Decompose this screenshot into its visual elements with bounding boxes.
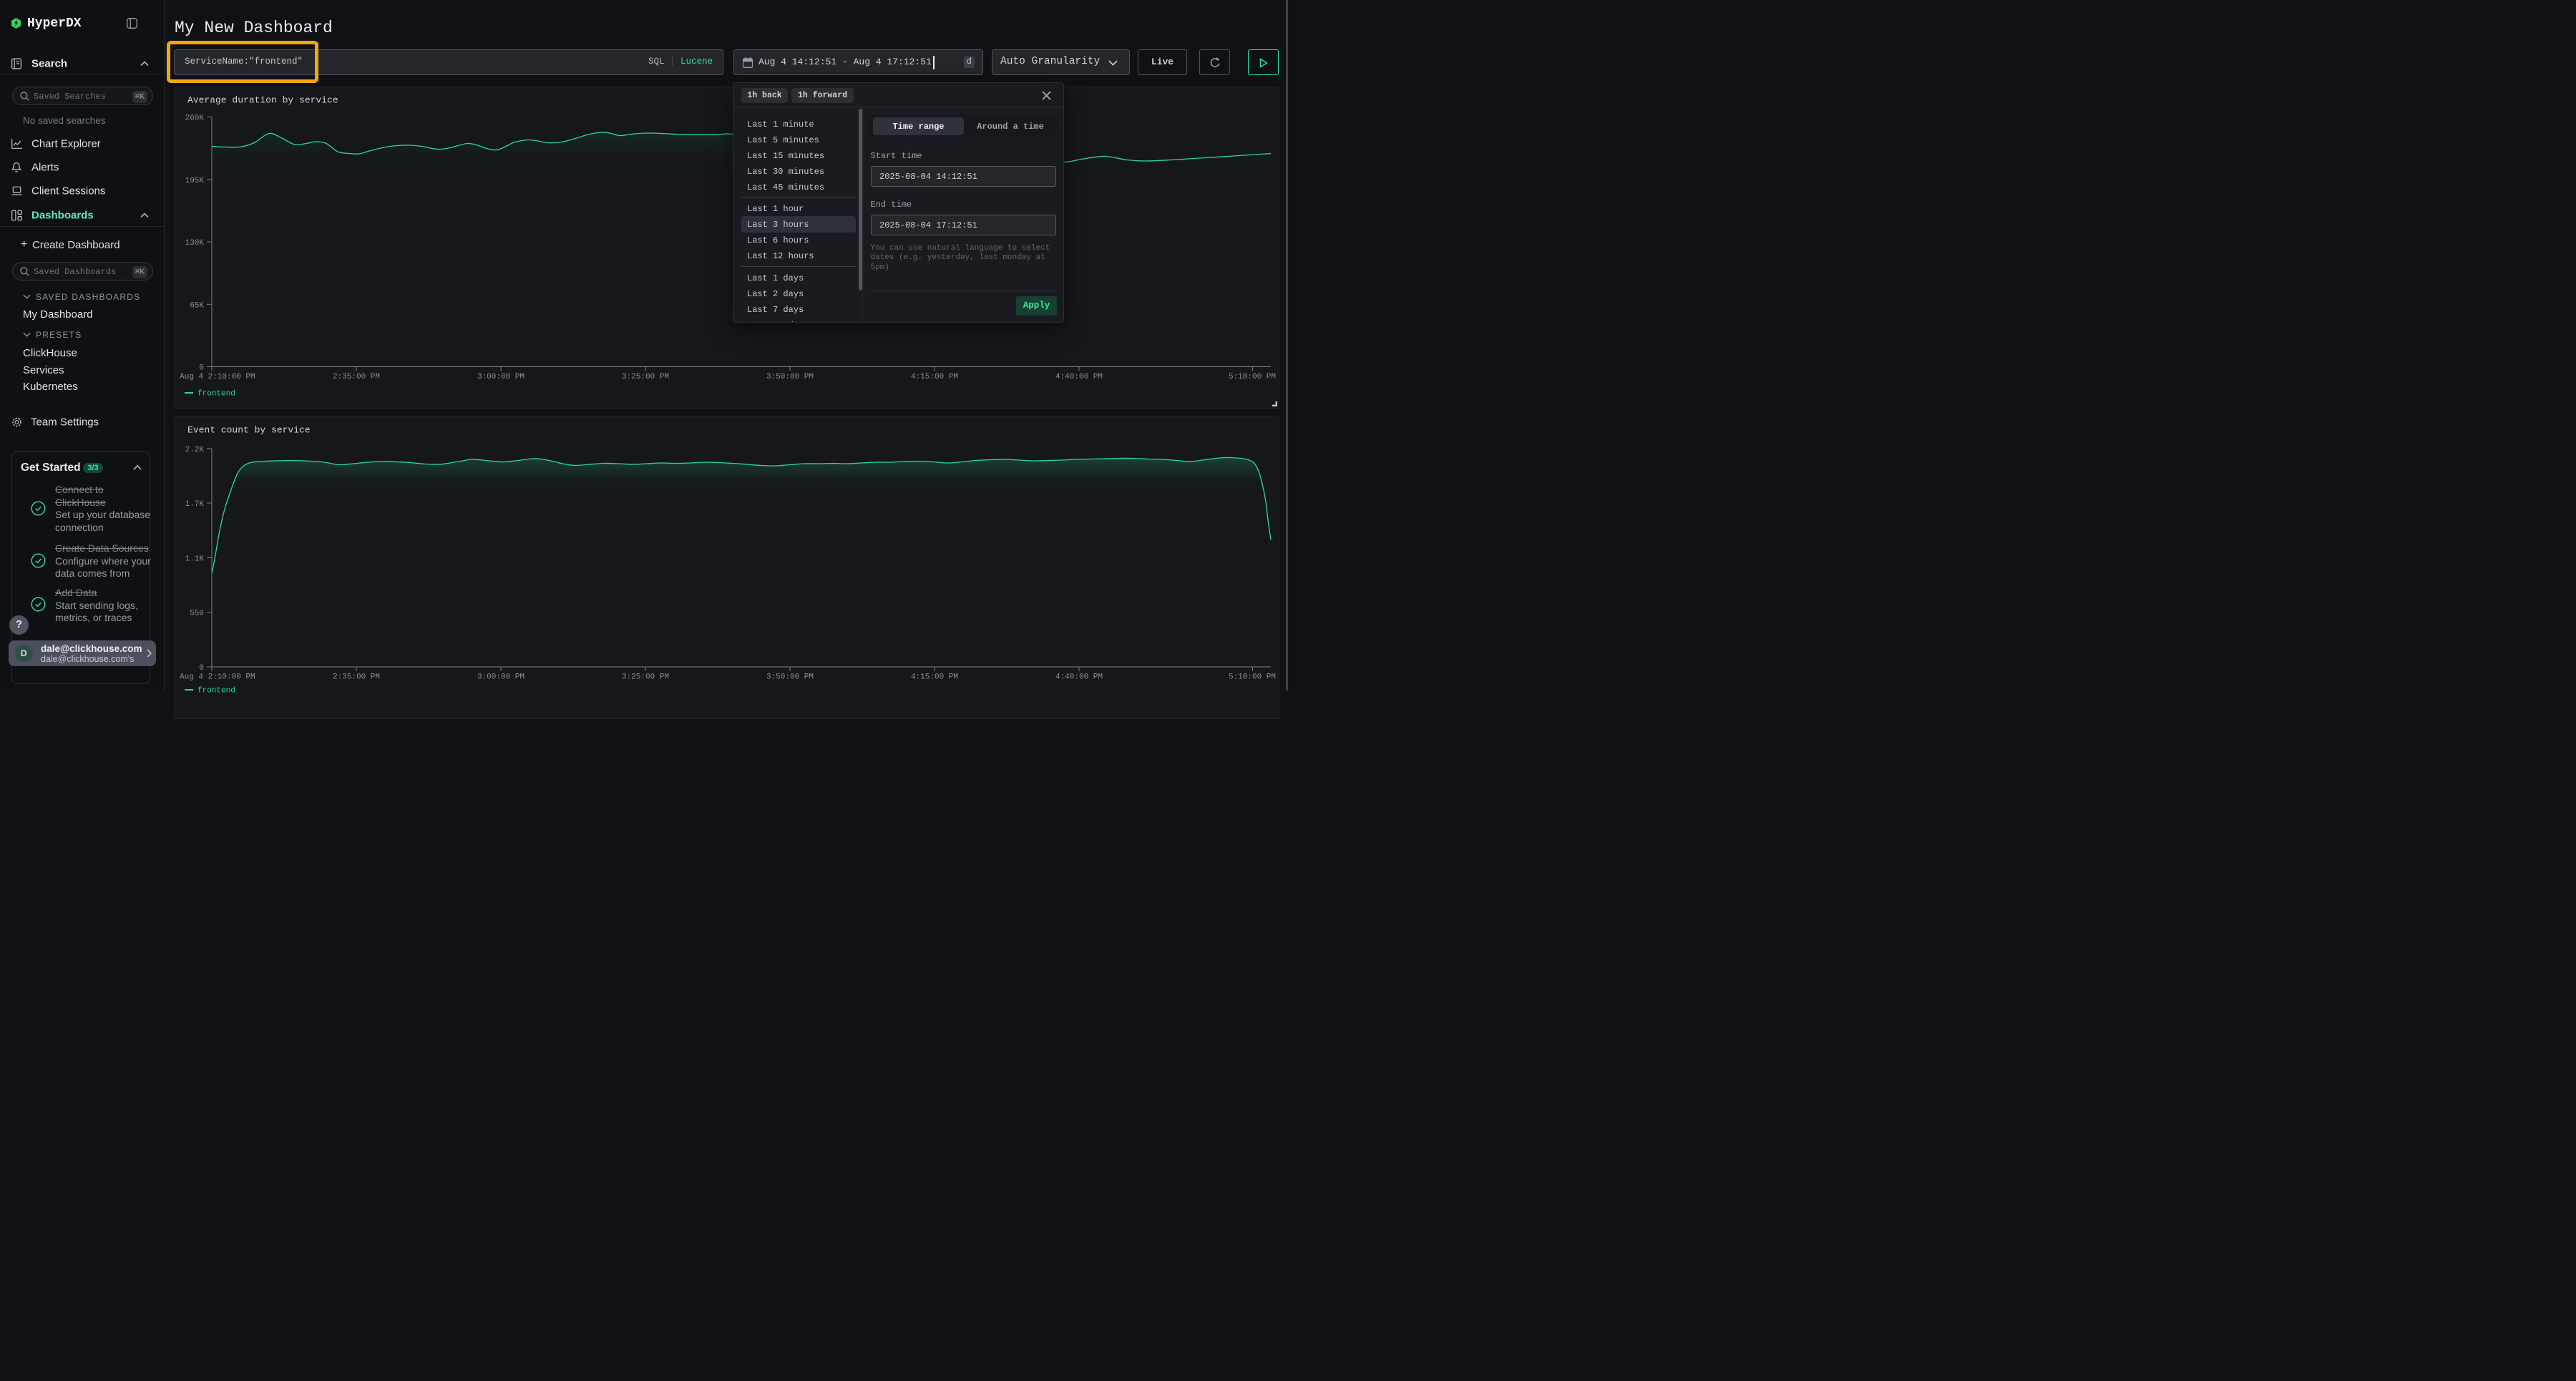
svg-text:Aug 4 2:10:00 PM: Aug 4 2:10:00 PM <box>180 673 255 682</box>
svg-text:1.7K: 1.7K <box>185 500 205 509</box>
svg-text:3:50:00 PM: 3:50:00 PM <box>766 673 814 682</box>
svg-text:550: 550 <box>190 610 204 618</box>
svg-text:130K: 130K <box>185 239 205 248</box>
svg-text:3:25:00 PM: 3:25:00 PM <box>622 673 669 682</box>
svg-text:Event count by service: Event count by service <box>187 425 311 436</box>
svg-text:0: 0 <box>199 664 204 673</box>
svg-text:1.1K: 1.1K <box>185 555 205 564</box>
svg-text:3:00:00 PM: 3:00:00 PM <box>477 373 525 381</box>
svg-text:Aug 4 2:10:00 PM: Aug 4 2:10:00 PM <box>180 373 255 381</box>
svg-text:0: 0 <box>199 363 204 372</box>
svg-text:4:40:00 PM: 4:40:00 PM <box>1055 673 1103 682</box>
svg-text:4:15:00 PM: 4:15:00 PM <box>911 373 958 381</box>
svg-text:3:00:00 PM: 3:00:00 PM <box>477 673 525 682</box>
svg-text:5:10:00 PM: 5:10:00 PM <box>1229 373 1276 381</box>
svg-text:4:40:00 PM: 4:40:00 PM <box>1055 373 1103 381</box>
svg-text:3:25:00 PM: 3:25:00 PM <box>622 373 669 381</box>
svg-text:65K: 65K <box>190 301 204 310</box>
svg-text:Average duration by service: Average duration by service <box>187 94 338 105</box>
svg-text:195K: 195K <box>185 176 205 185</box>
svg-text:2:35:00 PM: 2:35:00 PM <box>333 673 380 682</box>
svg-text:4:15:00 PM: 4:15:00 PM <box>911 673 958 682</box>
svg-text:frontend: frontend <box>197 389 235 398</box>
svg-text:260K: 260K <box>185 114 205 122</box>
svg-text:5:10:00 PM: 5:10:00 PM <box>1229 673 1276 682</box>
svg-text:2.2K: 2.2K <box>185 446 205 454</box>
svg-text:frontend: frontend <box>197 687 235 696</box>
svg-text:2:35:00 PM: 2:35:00 PM <box>333 373 380 381</box>
svg-text:3:50:00 PM: 3:50:00 PM <box>766 373 814 381</box>
